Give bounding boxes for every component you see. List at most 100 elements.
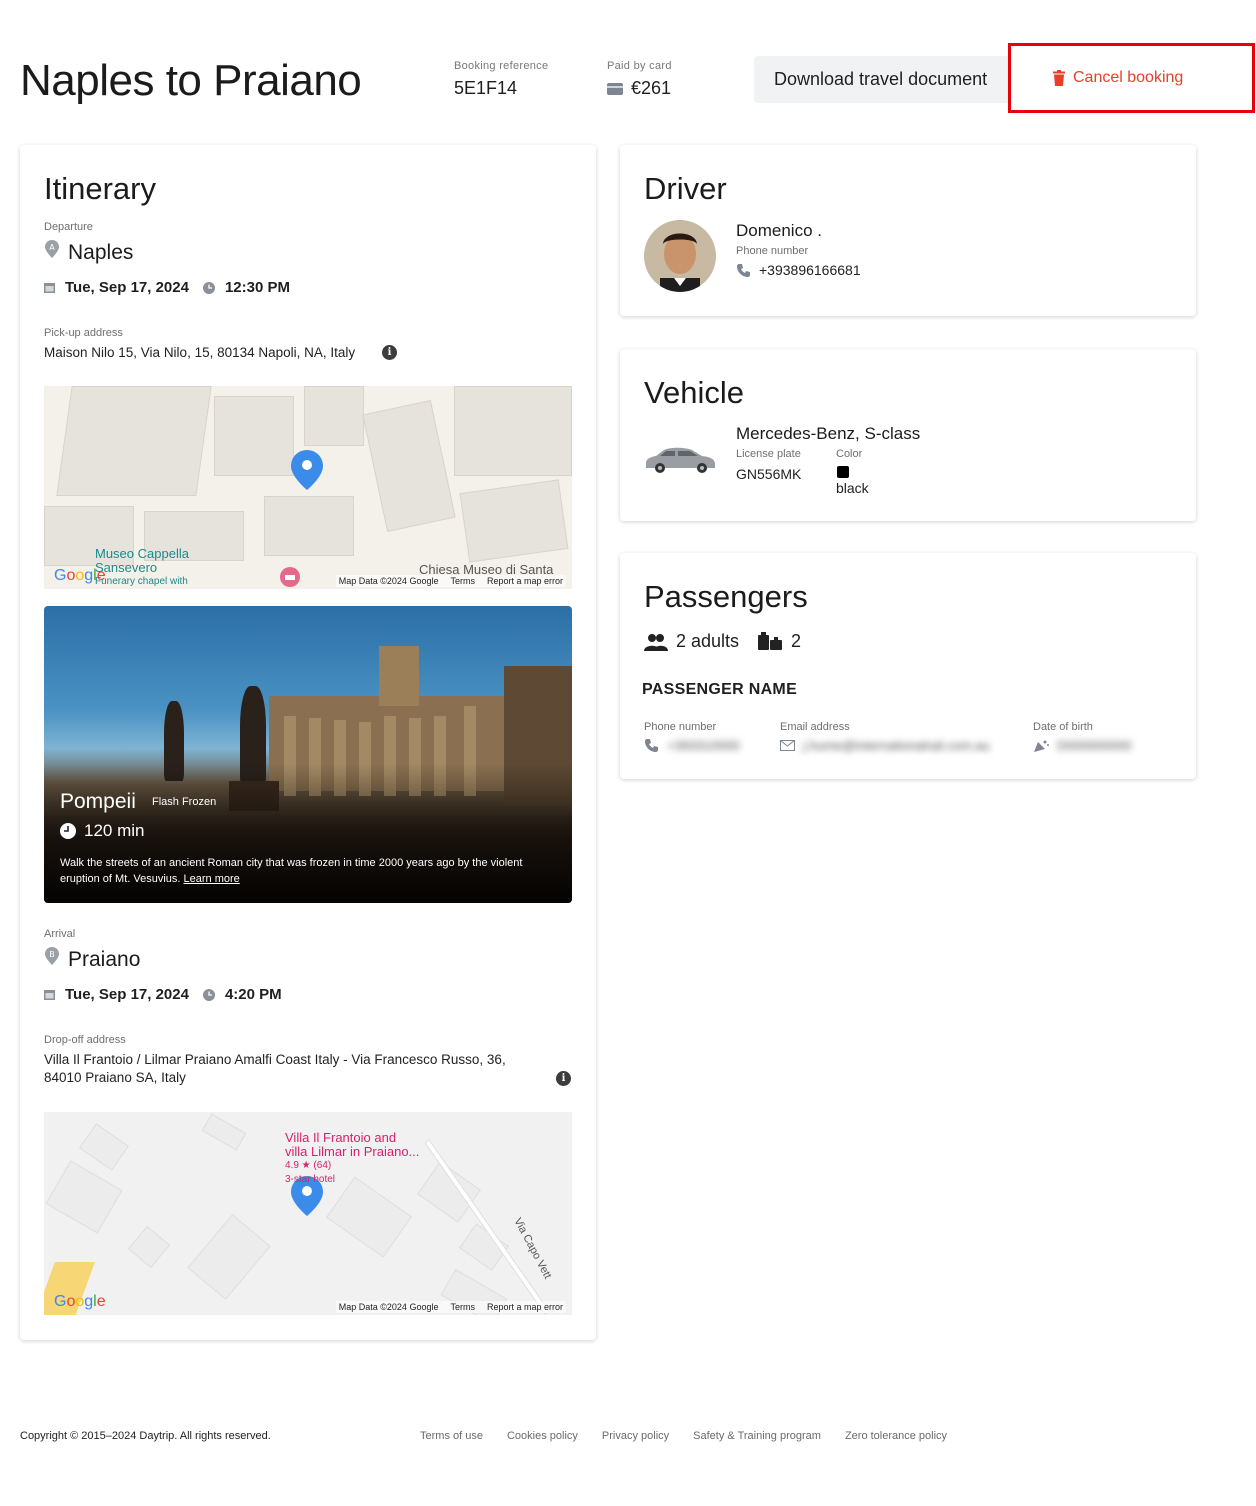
vehicle-card: Vehicle Mercedes-Benz, S-class License p… xyxy=(620,349,1196,521)
promo-duration: 120 min xyxy=(60,821,144,841)
svg-text:A: A xyxy=(49,243,55,252)
passenger-phone-label: Phone number xyxy=(644,721,717,733)
map-data-text: Map Data ©2024 Google xyxy=(338,576,439,586)
driver-name: Domenico . xyxy=(736,221,822,240)
map-poi-museo: Museo Cappella Sansevero Funerary chapel… xyxy=(95,546,189,588)
departure-datetime: Tue, Sep 17, 2024 12:30 PM xyxy=(44,279,290,296)
payment-info: Paid by card €261 xyxy=(607,60,672,99)
map-poi-villa: Villa Il Frantoio and villa Lilmar in Pr… xyxy=(285,1130,420,1186)
pompeii-promo-card[interactable]: Pompeii Flash Frozen 120 min Walk the st… xyxy=(44,606,572,903)
google-logo: Google xyxy=(54,567,106,584)
itinerary-card: Itinerary Departure A Naples Tue, Sep 17… xyxy=(20,145,596,1340)
credit-card-icon xyxy=(607,82,623,95)
calendar-icon xyxy=(44,990,55,1000)
passengers-card: Passengers 2 adults 2 PASSENGER NAME Pho… xyxy=(620,553,1196,779)
footer-link-privacy[interactable]: Privacy policy xyxy=(602,1430,669,1442)
passenger-dob: D000000000 xyxy=(1033,738,1131,753)
trash-icon xyxy=(1053,70,1065,86)
pickup-map[interactable]: Museo Cappella Sansevero Funerary chapel… xyxy=(44,386,572,589)
cancel-booking-button[interactable]: Cancel booking xyxy=(1008,43,1255,113)
passenger-email-label: Email address xyxy=(780,721,850,733)
plate-label: License plate xyxy=(736,448,801,460)
pickup-location-pin-icon xyxy=(291,450,323,490)
map-report-link[interactable]: Report a map error xyxy=(487,576,563,586)
passengers-title: Passengers xyxy=(644,579,808,614)
arrival-pin-icon: B xyxy=(45,947,59,965)
departure-place: Naples xyxy=(68,241,134,264)
clock-icon xyxy=(202,281,215,294)
map-terms-link[interactable]: Terms xyxy=(450,576,475,586)
paid-label: Paid by card xyxy=(607,60,672,72)
arrival-time: 4:20 PM xyxy=(224,986,282,1003)
pickup-label: Pick-up address xyxy=(44,327,123,339)
booking-reference-value: 5E1F14 xyxy=(454,78,518,98)
passenger-phone: +393310000 xyxy=(644,738,740,753)
envelope-icon xyxy=(780,740,795,751)
driver-card: Driver Domenico . Phone number +39389616… xyxy=(620,145,1196,316)
cancel-booking-label: Cancel booking xyxy=(1073,69,1184,86)
booking-reference-label: Booking reference xyxy=(454,60,549,72)
map-data-text: Map Data ©2024 Google xyxy=(338,1302,439,1312)
plate-value: GN556MK xyxy=(736,466,802,482)
footer-links: Terms of use Cookies policy Privacy poli… xyxy=(420,1430,947,1442)
car-image xyxy=(646,447,715,473)
download-label: Download travel document xyxy=(774,69,988,89)
adults-count: 2 adults xyxy=(676,631,740,651)
svg-text:B: B xyxy=(49,950,55,959)
passenger-name-heading: PASSENGER NAME xyxy=(642,681,798,698)
download-travel-document-button[interactable]: Download travel document ▾ xyxy=(754,56,1036,103)
passenger-email: j.hume@internationalrail.com.au xyxy=(780,738,990,753)
promo-tag: Flash Frozen xyxy=(152,796,217,808)
booking-reference: Booking reference 5E1F14 xyxy=(454,60,548,99)
map-footer: Map Data ©2024 Google Terms Report a map… xyxy=(335,1301,566,1313)
color-label: Color xyxy=(836,448,863,460)
map-terms-link[interactable]: Terms xyxy=(450,1302,475,1312)
footer-link-cookies[interactable]: Cookies policy xyxy=(507,1430,578,1442)
party-icon xyxy=(1034,740,1049,752)
promo-title: Pompeii xyxy=(60,790,136,813)
luggage-icon xyxy=(758,631,783,650)
vehicle-title: Vehicle xyxy=(644,375,744,410)
passenger-counts: 2 adults 2 xyxy=(644,631,801,652)
phone-icon xyxy=(737,263,750,277)
pickup-info-icon[interactable]: i xyxy=(382,345,397,360)
clock-icon xyxy=(202,988,215,1001)
learn-more-link[interactable]: Learn more xyxy=(184,873,240,885)
itinerary-title: Itinerary xyxy=(44,171,156,206)
departure-pin-icon: A xyxy=(45,240,59,258)
driver-avatar xyxy=(644,220,716,292)
google-logo: Google xyxy=(54,1293,106,1310)
promo-description: Walk the streets of an ancient Roman cit… xyxy=(60,857,523,885)
footer-link-terms[interactable]: Terms of use xyxy=(420,1430,483,1442)
map-report-link[interactable]: Report a map error xyxy=(487,1302,563,1312)
arrival-label: Arrival xyxy=(44,928,76,940)
people-icon xyxy=(644,633,668,651)
color-swatch xyxy=(837,466,849,478)
driver-phone[interactable]: +393896166681 xyxy=(736,262,861,278)
luggage-count: 2 xyxy=(791,631,802,651)
hotel-marker-icon xyxy=(280,567,300,587)
footer-link-zero-tolerance[interactable]: Zero tolerance policy xyxy=(845,1430,947,1442)
color-value: black xyxy=(836,480,869,496)
departure-label: Departure xyxy=(44,221,93,233)
vehicle-model: Mercedes-Benz, S-class xyxy=(736,424,921,443)
arrival-datetime: Tue, Sep 17, 2024 4:20 PM xyxy=(44,986,282,1003)
dropoff-address: Villa Il Frantoio / Lilmar Praiano Amalf… xyxy=(44,1052,506,1085)
departure-date: Tue, Sep 17, 2024 xyxy=(65,279,189,296)
dropoff-label: Drop-off address xyxy=(44,1034,126,1046)
pickup-address: Maison Nilo 15, Via Nilo, 15, 80134 Napo… xyxy=(44,345,356,360)
page-title: Naples to Praiano xyxy=(20,56,362,105)
clock-icon xyxy=(60,823,76,839)
footer-link-safety[interactable]: Safety & Training program xyxy=(693,1430,821,1442)
paid-amount: €261 xyxy=(631,78,672,98)
dropoff-info-icon[interactable]: i xyxy=(556,1071,571,1086)
dropoff-map[interactable]: Villa Il Frantoio and villa Lilmar in Pr… xyxy=(44,1112,572,1315)
passenger-dob-label: Date of birth xyxy=(1033,721,1093,733)
footer-copyright: Copyright © 2015–2024 Daytrip. All right… xyxy=(20,1430,271,1442)
driver-title: Driver xyxy=(644,171,727,206)
calendar-icon xyxy=(44,283,55,293)
phone-icon xyxy=(645,739,658,752)
departure-time: 12:30 PM xyxy=(224,279,291,296)
arrival-date: Tue, Sep 17, 2024 xyxy=(65,986,189,1003)
map-footer: Map Data ©2024 Google Terms Report a map… xyxy=(335,575,566,587)
